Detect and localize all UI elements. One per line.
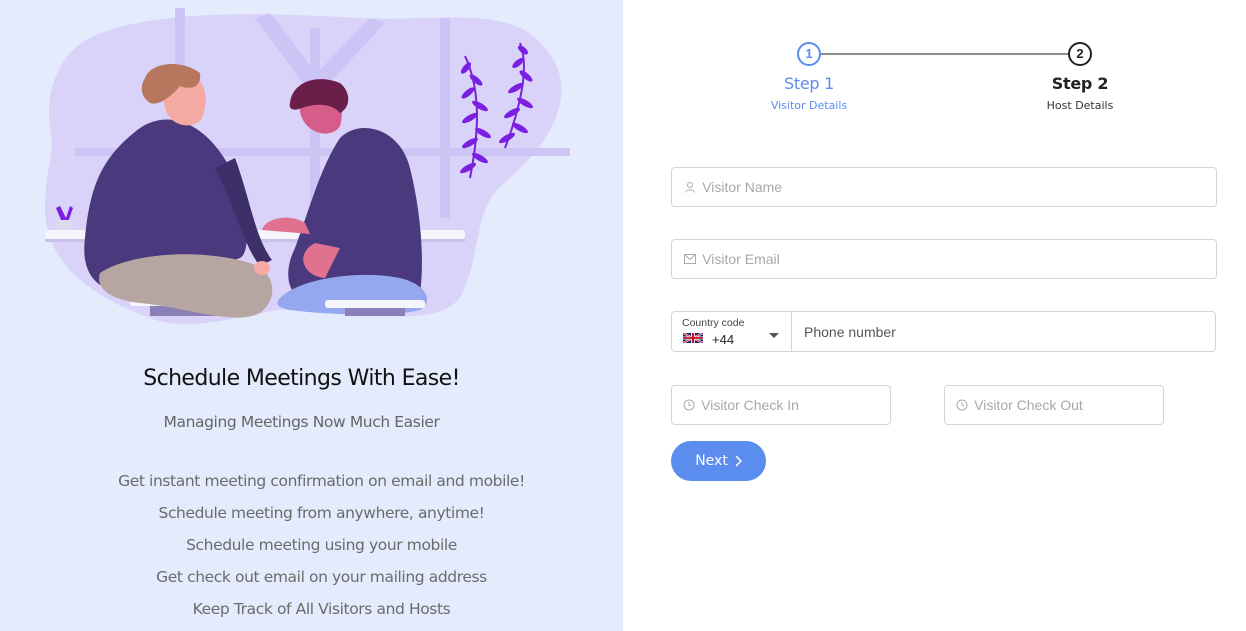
page: Schedule Meetings With Ease! Managing Me… — [0, 0, 1246, 631]
feature-item: Get instant meeting confirmation on emai… — [118, 472, 525, 490]
step-2-subtitle: Host Details — [1046, 99, 1114, 112]
visitor-name-input[interactable] — [702, 168, 1216, 206]
feature-item: Keep Track of All Visitors and Hosts — [192, 600, 451, 618]
visitor-check-in-input[interactable] — [701, 386, 890, 424]
user-icon — [683, 180, 696, 194]
stepper: 1 Step 1 Visitor Details 2 Step 2 Host D… — [760, 40, 1140, 120]
next-button-label: Next — [695, 453, 728, 469]
caret-down-icon — [769, 333, 779, 338]
country-code-label: Country code — [682, 317, 745, 329]
mail-icon — [683, 252, 696, 266]
headline: Schedule Meetings With Ease! — [143, 366, 460, 391]
step-2-circle: 2 — [1068, 42, 1092, 66]
next-button[interactable]: Next — [671, 441, 766, 481]
step-1-title: Step 1 — [784, 74, 834, 93]
left-panel: Schedule Meetings With Ease! Managing Me… — [0, 0, 623, 631]
step-1-subtitle: Visitor Details — [770, 99, 848, 112]
country-code-value: +44 — [712, 332, 735, 347]
step-1[interactable]: 1 Step 1 Visitor Details — [759, 40, 859, 112]
visitor-check-out-field — [944, 385, 1164, 425]
visitor-email-field — [671, 239, 1217, 279]
country-code-select[interactable]: Country code +44 — [672, 312, 792, 351]
feature-item: Schedule meeting using your mobile — [186, 536, 457, 554]
meeting-illustration — [45, 8, 570, 325]
visitor-check-out-input[interactable] — [974, 386, 1163, 424]
visitor-check-in-field — [671, 385, 891, 425]
feature-item: Get check out email on your mailing addr… — [156, 568, 487, 586]
uk-flag-icon — [683, 333, 703, 343]
feature-item: Schedule meeting from anywhere, anytime! — [158, 504, 485, 522]
step-1-circle: 1 — [797, 42, 821, 66]
visitor-name-field — [671, 167, 1217, 207]
visitor-email-input[interactable] — [702, 240, 1216, 278]
phone-number-input[interactable] — [792, 312, 1215, 351]
step-2-title: Step 2 — [1051, 74, 1109, 93]
clock-icon — [956, 398, 968, 412]
chevron-right-icon — [735, 455, 742, 467]
feature-list: Get instant meeting confirmation on emai… — [0, 467, 643, 627]
clock-icon — [683, 398, 695, 412]
step-2[interactable]: 2 Step 2 Host Details — [1030, 40, 1130, 112]
phone-field: Country code +44 — [671, 311, 1216, 352]
subheadline: Managing Meetings Now Much Easier — [163, 413, 440, 431]
